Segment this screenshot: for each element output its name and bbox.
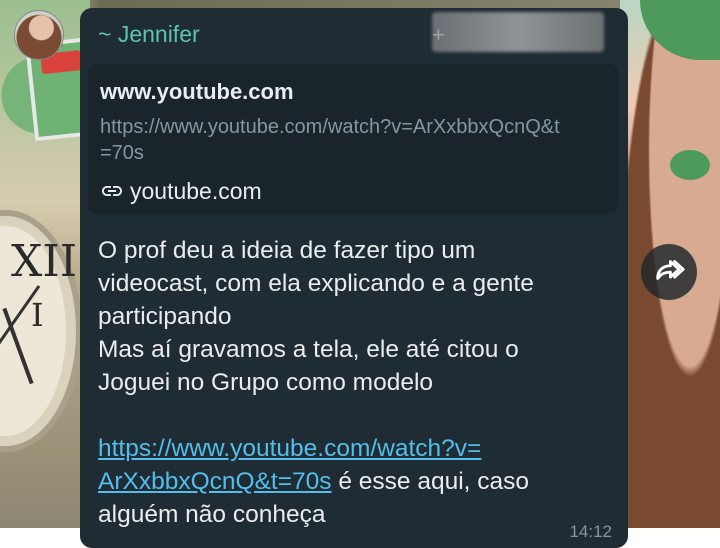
- message-link-part1[interactable]: https://www.youtube.com/watch?v=: [98, 435, 481, 462]
- forward-icon: [652, 253, 686, 292]
- forward-button[interactable]: [641, 244, 697, 300]
- message-line: videocast, com ela explicando e a gente: [98, 270, 534, 297]
- message-link-suffix: é esse aqui, caso: [331, 468, 530, 495]
- message-link-part2[interactable]: ArXxbbxQcnQ&t=70s: [98, 468, 332, 495]
- link-preview-domain: youtube.com: [130, 177, 262, 204]
- message-line: Joguei no Grupo como modelo: [98, 369, 434, 396]
- link-preview-domain-row: youtube.com: [100, 176, 262, 206]
- sender-phone-redacted: [432, 12, 604, 52]
- link-icon: [100, 179, 124, 203]
- message-bubble[interactable]: ~ Jennifer + www.youtube.com https://www…: [80, 8, 628, 548]
- link-preview-url: https://www.youtube.com/watch?v=ArXxbbxQ…: [100, 116, 560, 164]
- message-line: participando: [98, 303, 232, 330]
- message-line: alguém não conheça: [98, 501, 326, 528]
- link-preview-title: www.youtube.com: [100, 79, 294, 104]
- message-line: Mas aí gravamos a tela, ele até citou o: [98, 336, 519, 363]
- message-text: O prof deu a ideia de fazer tipo um vide…: [98, 234, 608, 531]
- message-line: O prof deu a ideia de fazer tipo um: [98, 237, 476, 264]
- message-timestamp: 14:12: [569, 522, 612, 541]
- sender-name[interactable]: ~ Jennifer: [98, 21, 200, 48]
- link-preview[interactable]: www.youtube.com https://www.youtube.com/…: [88, 64, 618, 214]
- sender-phone-prefix: +: [432, 22, 445, 47]
- sender-avatar[interactable]: [14, 10, 64, 60]
